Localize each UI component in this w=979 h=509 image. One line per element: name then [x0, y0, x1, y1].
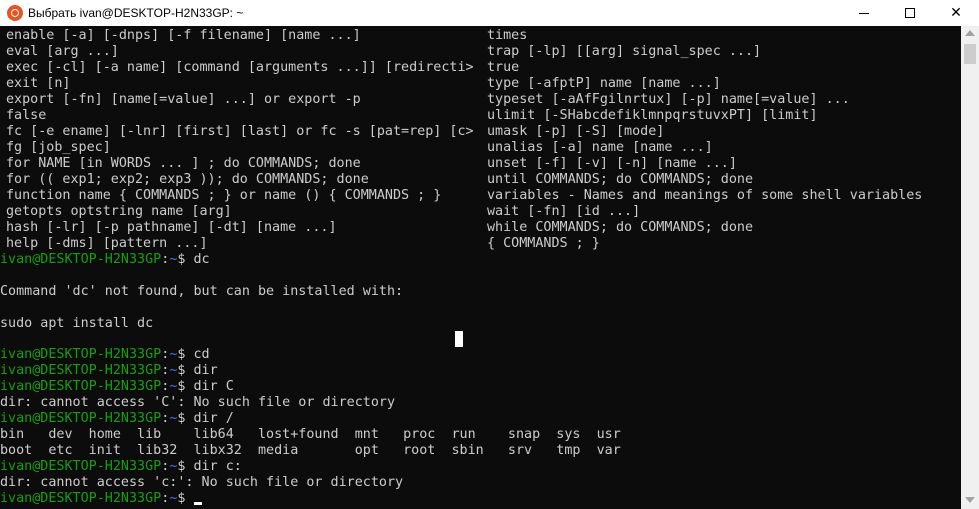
- output-line: Command 'dc' not found, but can be insta…: [0, 284, 404, 299]
- help-line: times: [487, 28, 528, 43]
- prompt-user: ivan@DESKTOP-H2N33GP: [0, 379, 162, 394]
- help-line: trap [-lp] [[arg] signal_spec ...]: [487, 44, 762, 59]
- output-line: dir: cannot access 'C': No such file or …: [0, 395, 396, 410]
- help-line: eval [arg ...]: [6, 44, 119, 59]
- title-bar[interactable]: Выбрать ivan@DESKTOP-H2N33GP: ~ ✕: [0, 0, 979, 26]
- prompt-dollar: $: [177, 411, 194, 426]
- prompt-dollar: $: [177, 363, 194, 378]
- help-line: enable [-a] [-dnps] [-f filename] [name …: [6, 28, 361, 43]
- scroll-thumb[interactable]: [964, 44, 976, 64]
- maximize-icon: [905, 8, 915, 18]
- help-line: hash [-lr] [-p pathname] [-dt] [name ...…: [6, 220, 337, 235]
- help-line: fg [job_spec]: [6, 140, 111, 155]
- minimize-button[interactable]: [841, 0, 887, 26]
- prompt-line: ivan@DESKTOP-H2N33GP:~$ dir c:: [0, 459, 242, 475]
- command-text: dir C: [193, 379, 234, 394]
- prompt-user: ivan@DESKTOP-H2N33GP: [0, 491, 162, 506]
- scroll-down-arrow-icon[interactable]: [965, 497, 975, 503]
- command-text: dir /: [193, 411, 234, 426]
- help-line: false: [6, 108, 47, 123]
- prompt-line: ivan@DESKTOP-H2N33GP:~$ dc: [0, 252, 210, 268]
- prompt-line: ivan@DESKTOP-H2N33GP:~$ cd: [0, 347, 210, 363]
- help-line: help [-dms] [pattern ...]: [6, 236, 208, 251]
- help-line: true: [487, 60, 520, 75]
- prompt-user: ivan@DESKTOP-H2N33GP: [0, 459, 162, 474]
- prompt-dollar: $: [177, 379, 194, 394]
- help-line: typeset [-aAfFgilnrtux] [-p] name[=value…: [487, 92, 850, 107]
- command-text: dir c:: [193, 459, 242, 474]
- prompt-line-current[interactable]: ivan@DESKTOP-H2N33GP:~$: [0, 491, 202, 507]
- help-line: until COMMANDS; do COMMANDS; done: [487, 172, 754, 187]
- prompt-line: ivan@DESKTOP-H2N33GP:~$ dir /: [0, 411, 234, 427]
- prompt-dollar: $: [177, 491, 194, 506]
- scroll-up-arrow-icon[interactable]: [965, 30, 975, 36]
- help-line: ulimit [-SHabcdefiklmnpqrstuvxPT] [limit…: [487, 108, 818, 123]
- prompt-dollar: $: [177, 252, 194, 267]
- output-line: sudo apt install dc: [0, 316, 154, 331]
- window-title: Выбрать ivan@DESKTOP-H2N33GP: ~: [28, 6, 244, 20]
- output-line: dir: cannot access 'c:': No such file or…: [0, 475, 404, 490]
- mouse-text-cursor: [455, 331, 463, 347]
- help-line: fc [-e ename] [-lnr] [first] [last] or f…: [6, 124, 474, 139]
- help-line: exec [-cl] [-a name] [command [arguments…: [6, 60, 474, 75]
- prompt-line: ivan@DESKTOP-H2N33GP:~$ dir C: [0, 379, 234, 395]
- close-icon: ✕: [950, 5, 962, 21]
- help-line: { COMMANDS ; }: [487, 236, 600, 251]
- help-line: wait [-fn] [id ...]: [487, 204, 641, 219]
- output-line: boot etc init lib32 libx32 media opt roo…: [0, 443, 621, 458]
- prompt-user: ivan@DESKTOP-H2N33GP: [0, 363, 162, 378]
- prompt-dollar: $: [177, 347, 194, 362]
- prompt-user: ivan@DESKTOP-H2N33GP: [0, 411, 162, 426]
- help-line: unset [-f] [-v] [-n] [name ...]: [487, 156, 737, 171]
- text-cursor: [193, 502, 202, 505]
- output-line: bin dev home lib lib64 lost+found mnt pr…: [0, 427, 621, 442]
- command-text: cd: [193, 347, 210, 362]
- help-line: exit [n]: [6, 76, 71, 91]
- help-line: getopts optstring name [arg]: [6, 204, 232, 219]
- help-line: type [-afptP] name [name ...]: [487, 76, 721, 91]
- help-line: for (( exp1; exp2; exp3 )); do COMMANDS;…: [6, 172, 369, 187]
- help-line: umask [-p] [-S] [mode]: [487, 124, 665, 139]
- prompt-user: ivan@DESKTOP-H2N33GP: [0, 347, 162, 362]
- help-line: export [-fn] [name[=value] ...] or expor…: [6, 92, 361, 107]
- minimize-icon: [859, 12, 869, 14]
- help-line: unalias [-a] name [name ...]: [487, 140, 713, 155]
- command-text: dir: [193, 363, 218, 378]
- prompt-dollar: $: [177, 459, 194, 474]
- ubuntu-icon[interactable]: [7, 5, 23, 21]
- maximize-button[interactable]: [887, 0, 933, 26]
- close-button[interactable]: ✕: [933, 0, 979, 26]
- help-line: function name { COMMANDS ; } or name () …: [6, 188, 442, 203]
- command-text: dc: [193, 252, 210, 267]
- prompt-user: ivan@DESKTOP-H2N33GP: [0, 252, 162, 267]
- prompt-line: ivan@DESKTOP-H2N33GP:~$ dir: [0, 363, 218, 379]
- help-line: while COMMANDS; do COMMANDS; done: [487, 220, 754, 235]
- help-line: variables - Names and meanings of some s…: [487, 188, 923, 203]
- help-line: for NAME [in WORDS ... ] ; do COMMANDS; …: [6, 156, 361, 171]
- terminal-output[interactable]: enable [-a] [-dnps] [-f filename] [name …: [0, 26, 961, 509]
- vertical-scrollbar[interactable]: [961, 26, 979, 509]
